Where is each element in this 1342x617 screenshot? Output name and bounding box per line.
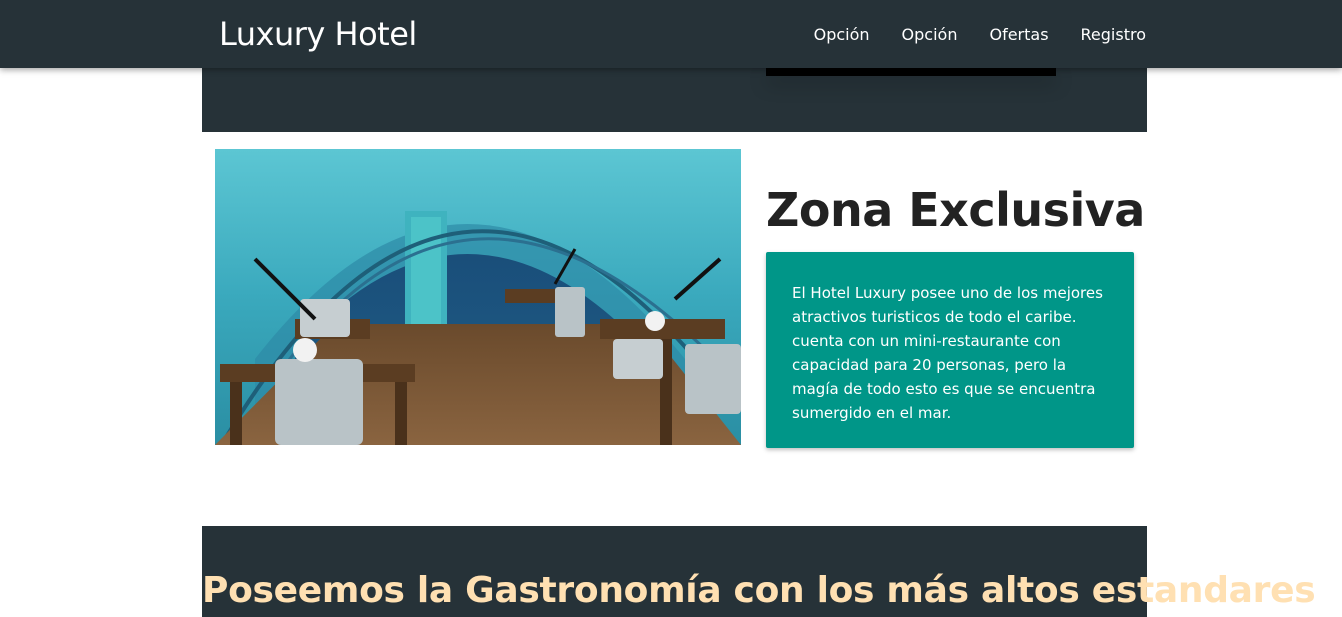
info-card-text: El Hotel Luxury posee uno de los mejores…	[792, 284, 1103, 422]
previous-section-banner	[202, 68, 1147, 132]
nav-link-registro[interactable]: Registro	[1081, 25, 1146, 44]
previous-section-card	[766, 68, 1056, 76]
zone-title: Zona Exclusiva	[766, 183, 1145, 237]
info-card: El Hotel Luxury posee uno de los mejores…	[766, 252, 1134, 448]
underwater-restaurant-photo	[215, 149, 741, 445]
nav-link-ofertas[interactable]: Ofertas	[989, 25, 1048, 44]
nav-links: Opción Opción Ofertas Registro	[782, 0, 1146, 68]
nav-link-opcion-1[interactable]: Opción	[814, 25, 870, 44]
navbar: Luxury Hotel Opción Opción Ofertas Regis…	[0, 0, 1342, 68]
nav-link-opcion-2[interactable]: Opción	[902, 25, 958, 44]
gastronomy-title: Poseemos la Gastronomía con los más alto…	[202, 570, 1316, 611]
brand-logo-link[interactable]: Luxury Hotel	[219, 13, 417, 55]
